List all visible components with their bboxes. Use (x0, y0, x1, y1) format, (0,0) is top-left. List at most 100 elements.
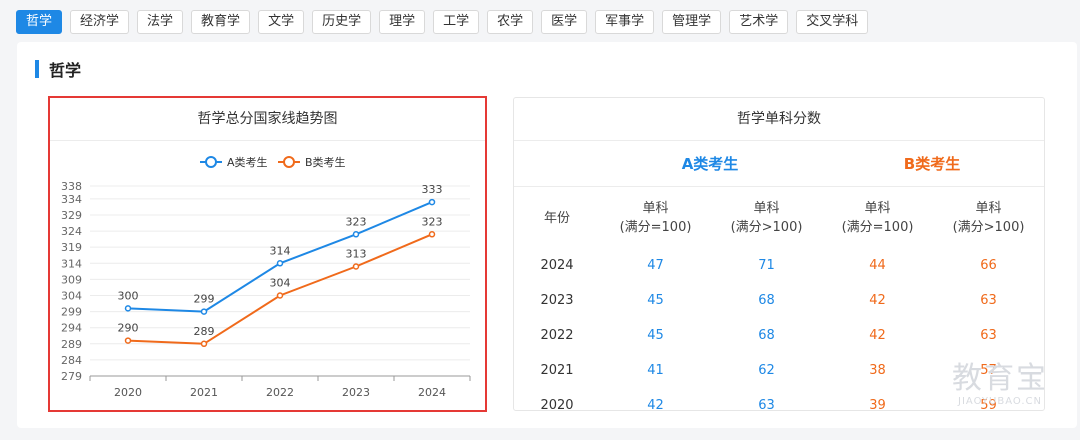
a-100-cell: 47 (647, 258, 664, 273)
a-100-cell: 42 (647, 398, 664, 413)
subject-tabs: 哲学 经济学 法学 教育学 文学 历史学 理学 工学 农学 医学 军事学 管理学 艺术学 交叉学科 (16, 10, 869, 34)
legend-label: A类考生 (227, 155, 268, 169)
tab-艺术学[interactable]: 艺术学 (729, 10, 789, 34)
tab-历史学[interactable]: 历史学 (312, 10, 372, 34)
section-title-bar (35, 60, 39, 78)
a-100-cell: 41 (647, 363, 664, 378)
y-tick-label: 294 (61, 322, 82, 335)
y-tick-label: 314 (61, 257, 82, 270)
data-label: 333 (422, 183, 443, 196)
data-label: 290 (118, 322, 139, 335)
table-row: 2023 45 68 42 63 (514, 283, 1044, 318)
tab-农学[interactable]: 农学 (487, 10, 534, 34)
b-100-cell: 42 (869, 293, 886, 308)
score-table-title: 哲学单科分数 (514, 98, 1044, 141)
header-b-over-100: 单科 (满分>100) (952, 201, 1025, 235)
group-a-label: A类考生 (681, 155, 739, 173)
data-point (428, 198, 436, 206)
b-over-100-cell: 63 (980, 328, 997, 343)
tab-经济学[interactable]: 经济学 (70, 10, 130, 34)
a-100-cell: 45 (647, 293, 664, 308)
y-tick-label: 284 (61, 354, 82, 367)
header-a-over-100: 单科 (满分>100) (730, 201, 803, 235)
data-label: 323 (422, 215, 443, 228)
y-tick-label: 334 (61, 193, 82, 206)
b-100-cell: 42 (869, 328, 886, 343)
data-label: 289 (194, 325, 215, 338)
legend-marker (205, 156, 217, 168)
year-cell: 2024 (540, 258, 574, 273)
data-point (276, 260, 284, 267)
tab-医学[interactable]: 医学 (541, 10, 588, 34)
a-over-100-cell: 63 (758, 398, 775, 413)
tab-军事学[interactable]: 军事学 (595, 10, 655, 34)
x-tick-label: 2021 (190, 386, 218, 399)
x-tick-label: 2020 (114, 386, 142, 399)
legend-label: B类考生 (305, 155, 346, 169)
year-cell: 2022 (540, 328, 574, 343)
score-table-header: 年份 单科 (满分=100) 单科 (满分>100) 单科 (满分=100) 单科 (满… (514, 188, 1044, 248)
y-tick-label: 319 (61, 241, 82, 254)
x-tick-label: 2023 (342, 386, 370, 399)
header-b-100: 单科 (满分=100) (841, 201, 914, 235)
table-row: 2024 47 71 44 66 (514, 248, 1044, 283)
b-over-100-cell: 63 (980, 293, 997, 308)
tab-文学[interactable]: 文学 (258, 10, 305, 34)
chart-title: 哲学总分国家线趋势图 (50, 98, 485, 141)
data-label: 313 (346, 248, 367, 261)
data-label: 304 (270, 276, 291, 289)
a-100-cell: 45 (647, 328, 664, 343)
a-over-100-cell: 62 (758, 363, 775, 378)
data-point (124, 305, 132, 312)
year-cell: 2023 (540, 293, 574, 308)
b-over-100-cell: 66 (980, 258, 997, 273)
data-point (352, 231, 360, 238)
tab-管理学[interactable]: 管理学 (662, 10, 722, 34)
section-title: 哲学 (35, 58, 81, 80)
data-point (200, 340, 208, 348)
data-point (200, 308, 208, 315)
legend-marker (283, 156, 295, 168)
header-a-100: 单科 (满分=100) (619, 201, 692, 235)
data-label: 299 (194, 293, 215, 306)
year-cell: 2020 (540, 398, 574, 413)
data-point (428, 231, 436, 238)
b-100-cell: 39 (869, 398, 886, 413)
b-100-cell: 44 (869, 258, 886, 273)
b-100-cell: 38 (869, 363, 886, 378)
content-card: 哲学 哲学总分国家线趋势图 279 284 289 294 299 304 309 314 31… (17, 42, 1077, 428)
data-point (124, 337, 132, 344)
y-tick-label: 279 (61, 370, 82, 383)
data-label: 323 (346, 215, 367, 228)
a-over-100-cell: 68 (758, 328, 775, 343)
y-tick-label: 299 (61, 306, 82, 319)
watermark-logo: 教育宝 JIAOYUBAO.CN (952, 361, 1048, 408)
group-header-row: A类考生 B类考生 (514, 142, 1044, 187)
year-cell: 2021 (540, 363, 574, 378)
group-b-label: B类考生 (903, 155, 961, 173)
x-tick-label: 2022 (266, 386, 294, 399)
tab-法学[interactable]: 法学 (137, 10, 184, 34)
tab-交叉学科[interactable]: 交叉学科 (796, 10, 869, 34)
a-over-100-cell: 71 (758, 258, 775, 273)
y-tick-label: 309 (61, 273, 82, 286)
tab-哲学[interactable]: 哲学 (16, 10, 63, 34)
data-point (352, 263, 360, 270)
table-row: 2022 45 68 42 63 (514, 318, 1044, 353)
tab-理学[interactable]: 理学 (379, 10, 426, 34)
y-tick-label: 329 (61, 209, 82, 222)
y-tick-label: 289 (61, 338, 82, 351)
a-over-100-cell: 68 (758, 293, 775, 308)
y-tick-label: 324 (61, 225, 82, 238)
section-title-text: 哲学 (49, 61, 82, 80)
trend-chart: 279 284 289 294 299 304 309 314 319 324 329 334338 2… (61, 155, 471, 399)
y-tick-label: 304 (61, 289, 82, 302)
data-label: 300 (118, 289, 139, 302)
tab-教育学[interactable]: 教育学 (191, 10, 251, 34)
data-label: 314 (270, 244, 291, 257)
trend-chart-panel: 哲学总分国家线趋势图 279 284 289 294 299 304 309 314 319 32… (48, 96, 487, 412)
y-tick-label: 338 (61, 180, 82, 193)
x-tick-label: 2024 (418, 386, 446, 399)
data-point (276, 292, 284, 299)
tab-工学[interactable]: 工学 (433, 10, 480, 34)
